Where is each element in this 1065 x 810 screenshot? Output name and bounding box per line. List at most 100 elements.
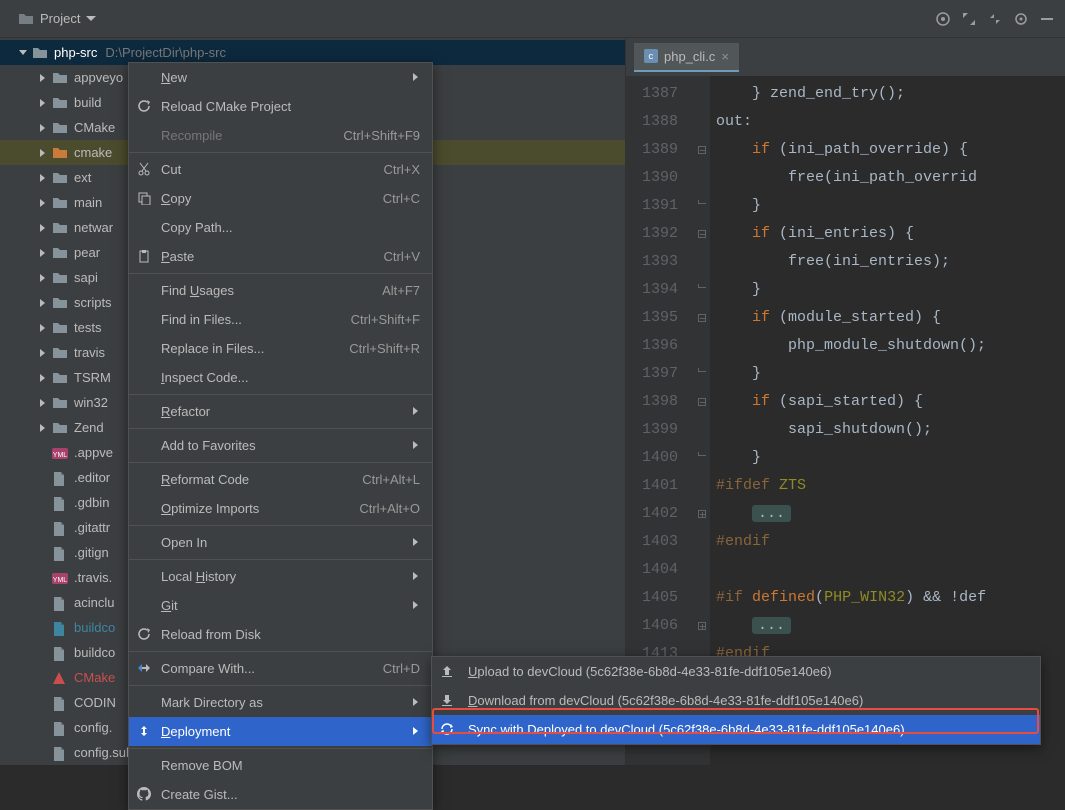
fold-minus-icon[interactable] xyxy=(698,314,706,322)
code-line[interactable]: ... xyxy=(716,500,1065,528)
chevron-right-icon[interactable] xyxy=(38,248,48,258)
expand-icon[interactable] xyxy=(961,11,977,27)
folder-icon xyxy=(32,46,48,60)
chevron-right-icon[interactable] xyxy=(38,423,48,433)
code-line[interactable]: } xyxy=(716,444,1065,472)
code-line[interactable]: php_module_shutdown(); xyxy=(716,332,1065,360)
code-line[interactable]: sapi_shutdown(); xyxy=(716,416,1065,444)
fold-minus-icon[interactable] xyxy=(698,146,706,154)
chevron-right-icon[interactable] xyxy=(38,373,48,383)
code-line[interactable]: ... xyxy=(716,612,1065,640)
chevron-right-icon[interactable] xyxy=(38,223,48,233)
tree-item-label: CMake xyxy=(74,670,115,685)
chevron-right-icon[interactable] xyxy=(38,73,48,83)
menu-item[interactable]: CopyCtrl+C xyxy=(129,184,432,213)
menu-item[interactable]: Copy Path... xyxy=(129,213,432,242)
chevron-right-icon xyxy=(412,569,420,584)
chevron-right-icon xyxy=(412,724,420,739)
line-number: 1396 xyxy=(626,332,678,360)
code-line[interactable]: #ifdef ZTS xyxy=(716,472,1065,500)
code-line[interactable]: if (ini_entries) { xyxy=(716,220,1065,248)
code-line[interactable]: if (sapi_started) { xyxy=(716,388,1065,416)
download-icon xyxy=(440,693,456,709)
chevron-right-icon[interactable] xyxy=(38,323,48,333)
folder-icon xyxy=(52,71,68,85)
target-icon[interactable] xyxy=(935,11,951,27)
minimize-icon[interactable] xyxy=(1039,11,1055,27)
menu-item[interactable]: Optimize ImportsCtrl+Alt+O xyxy=(129,494,432,523)
chevron-right-icon[interactable] xyxy=(38,198,48,208)
code-line[interactable]: out: xyxy=(716,108,1065,136)
collapse-icon[interactable] xyxy=(987,11,1003,27)
code-line[interactable]: } zend_end_try(); xyxy=(716,80,1065,108)
menu-item[interactable]: Find UsagesAlt+F7 xyxy=(129,276,432,305)
menu-item[interactable]: Deployment xyxy=(129,717,432,746)
menu-item[interactable]: Sync with Deployed to devCloud (5c62f38e… xyxy=(432,715,1040,744)
tree-item-label: CODIN xyxy=(74,695,116,710)
menu-item[interactable]: PasteCtrl+V xyxy=(129,242,432,271)
chevron-right-icon[interactable] xyxy=(38,298,48,308)
menu-item[interactable]: Replace in Files...Ctrl+Shift+R xyxy=(129,334,432,363)
fold-plus-icon[interactable] xyxy=(698,510,706,518)
menu-item[interactable]: Inspect Code... xyxy=(129,363,432,392)
code-line[interactable]: #if defined(PHP_WIN32) && !def xyxy=(716,584,1065,612)
menu-item[interactable]: Remove BOM xyxy=(129,751,432,780)
fold-plus-icon[interactable] xyxy=(698,622,706,630)
code-line[interactable]: if (module_started) { xyxy=(716,304,1065,332)
menu-item[interactable]: Upload to devCloud (5c62f38e-6b8d-4e33-8… xyxy=(432,657,1040,686)
close-icon[interactable]: × xyxy=(721,49,729,64)
menu-item[interactable]: Open In xyxy=(129,528,432,557)
tree-item-label: sapi xyxy=(74,270,98,285)
line-number: 1387 xyxy=(626,80,678,108)
project-dropdown[interactable]: Project xyxy=(10,7,104,31)
menu-item[interactable]: Create Gist... xyxy=(129,780,432,809)
menu-item[interactable]: CutCtrl+X xyxy=(129,155,432,184)
code-line[interactable]: } xyxy=(716,276,1065,304)
menu-item[interactable]: Reformat CodeCtrl+Alt+L xyxy=(129,465,432,494)
menu-item[interactable]: Refactor xyxy=(129,397,432,426)
menu-item[interactable]: Add to Favorites xyxy=(129,431,432,460)
menu-item[interactable]: Git xyxy=(129,591,432,620)
deployment-submenu[interactable]: Upload to devCloud (5c62f38e-6b8d-4e33-8… xyxy=(431,656,1041,745)
menu-item[interactable]: Find in Files...Ctrl+Shift+F xyxy=(129,305,432,334)
chevron-right-icon[interactable] xyxy=(38,98,48,108)
chevron-right-icon[interactable] xyxy=(38,273,48,283)
menu-item[interactable]: New xyxy=(129,63,432,92)
context-menu[interactable]: NewReload CMake ProjectRecompileCtrl+Shi… xyxy=(128,62,433,810)
menu-item[interactable]: Download from devCloud (5c62f38e-6b8d-4e… xyxy=(432,686,1040,715)
code-line[interactable]: } xyxy=(716,192,1065,220)
code-line[interactable] xyxy=(716,556,1065,584)
menu-item[interactable]: Local History xyxy=(129,562,432,591)
tree-item-label: .editor xyxy=(74,470,110,485)
chevron-right-icon[interactable] xyxy=(38,123,48,133)
line-number: 1400 xyxy=(626,444,678,472)
code-line[interactable]: free(ini_path_overrid xyxy=(716,164,1065,192)
menu-item[interactable]: Reload from Disk xyxy=(129,620,432,649)
code-line[interactable]: if (ini_path_override) { xyxy=(716,136,1065,164)
code-line[interactable]: } xyxy=(716,360,1065,388)
menu-item[interactable]: Reload CMake Project xyxy=(129,92,432,121)
menu-shortcut: Ctrl+Shift+R xyxy=(349,341,420,356)
fold-minus-icon[interactable] xyxy=(698,230,706,238)
chevron-right-icon[interactable] xyxy=(38,148,48,158)
chevron-right-icon xyxy=(412,535,420,550)
tree-root-label: php-src xyxy=(54,45,97,60)
sync-icon xyxy=(440,722,456,738)
chevron-right-icon[interactable] xyxy=(38,173,48,183)
line-number: 1398 xyxy=(626,388,678,416)
code-line[interactable]: free(ini_entries); xyxy=(716,248,1065,276)
gear-icon[interactable] xyxy=(1013,11,1029,27)
menu-item-label: Refactor xyxy=(161,404,210,419)
menu-item[interactable]: Mark Directory as xyxy=(129,688,432,717)
chevron-right-icon[interactable] xyxy=(38,398,48,408)
editor-tab-active[interactable]: c php_cli.c × xyxy=(634,43,739,72)
folder-icon xyxy=(52,321,68,335)
menu-shortcut: Ctrl+X xyxy=(384,162,420,177)
chevron-down-icon[interactable] xyxy=(18,48,28,58)
code-line[interactable]: #endif xyxy=(716,528,1065,556)
tree-item-label: config.sub xyxy=(74,745,133,760)
fold-minus-icon[interactable] xyxy=(698,398,706,406)
tree-item-label: TSRM xyxy=(74,370,111,385)
menu-item[interactable]: Compare With...Ctrl+D xyxy=(129,654,432,683)
chevron-right-icon[interactable] xyxy=(38,348,48,358)
